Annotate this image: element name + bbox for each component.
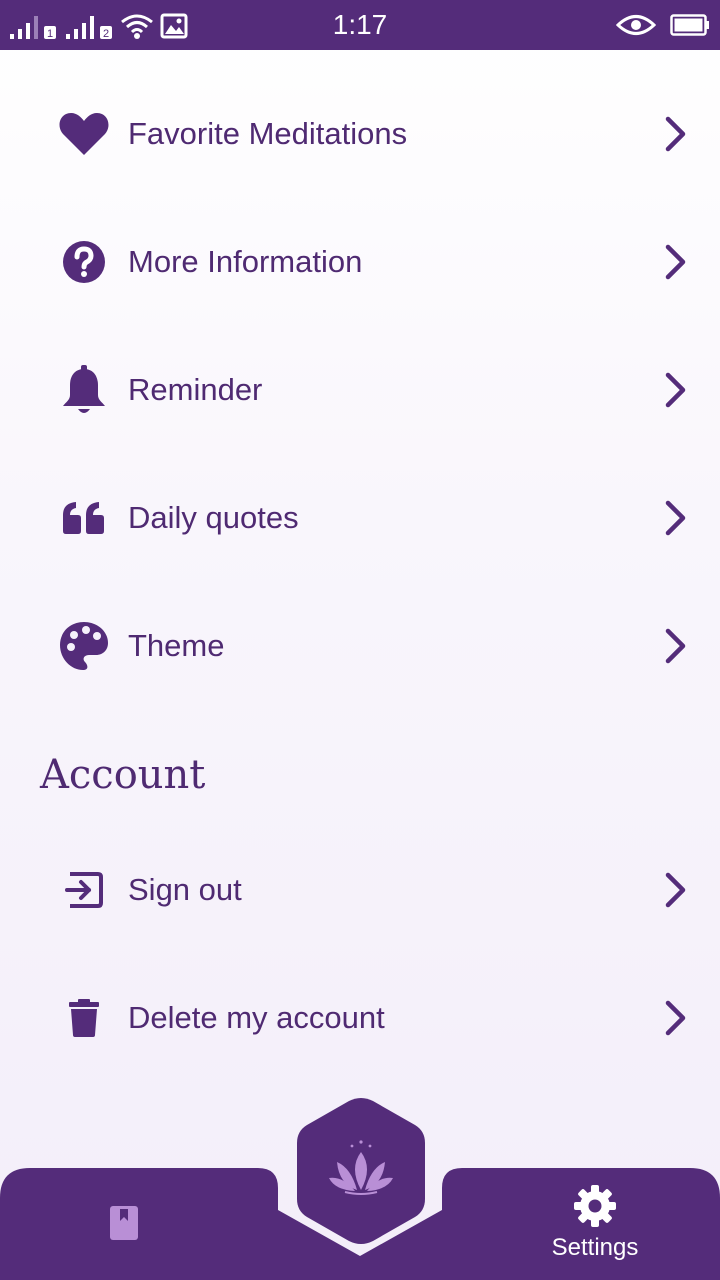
menu-item-theme[interactable]: Theme bbox=[0, 601, 720, 691]
battery-icon bbox=[670, 14, 709, 36]
status-bar: 1 2 1:17 bbox=[0, 0, 720, 50]
question-circle-icon bbox=[58, 236, 110, 288]
palette-icon bbox=[58, 620, 110, 672]
chevron-right-icon bbox=[665, 628, 686, 664]
nav-settings-button[interactable]: Settings bbox=[530, 1182, 660, 1262]
menu-item-reminder[interactable]: Reminder bbox=[0, 345, 720, 435]
chevron-right-icon bbox=[665, 872, 686, 908]
chevron-right-icon bbox=[665, 116, 686, 152]
menu-item-label: Delete my account bbox=[128, 1000, 385, 1035]
menu-item-favorite-meditations[interactable]: Favorite Meditations bbox=[0, 89, 720, 179]
nav-home-button[interactable] bbox=[295, 1098, 427, 1244]
status-time: 1:17 bbox=[332, 9, 388, 40]
home-hexagon bbox=[297, 1098, 425, 1244]
bell-icon bbox=[58, 364, 110, 416]
journal-icon bbox=[110, 1206, 138, 1240]
menu-item-label: Sign out bbox=[128, 872, 242, 907]
chevron-right-icon bbox=[665, 500, 686, 536]
heart-icon bbox=[58, 108, 110, 160]
menu-item-sign-out[interactable]: Sign out bbox=[0, 845, 720, 935]
status-right-icons bbox=[616, 12, 710, 38]
menu-item-delete-account[interactable]: Delete my account bbox=[0, 973, 720, 1063]
nav-settings-label: Settings bbox=[551, 1234, 639, 1261]
menu-item-label: Reminder bbox=[128, 372, 263, 407]
menu-item-daily-quotes[interactable]: Daily quotes bbox=[0, 473, 720, 563]
chevron-right-icon bbox=[665, 372, 686, 408]
eye-icon bbox=[616, 15, 656, 35]
menu-item-label: More Information bbox=[128, 244, 363, 279]
gear-icon bbox=[574, 1185, 616, 1227]
sign-out-icon bbox=[58, 864, 110, 916]
nav-journal-button[interactable] bbox=[96, 1195, 152, 1251]
chevron-right-icon bbox=[665, 1000, 686, 1036]
quote-icon bbox=[58, 492, 110, 544]
chevron-right-icon bbox=[665, 244, 686, 280]
trash-icon bbox=[58, 992, 110, 1044]
menu-item-more-information[interactable]: More Information bbox=[0, 217, 720, 307]
menu-item-label: Daily quotes bbox=[128, 500, 299, 535]
menu-item-label: Theme bbox=[128, 628, 225, 663]
menu-item-label: Favorite Meditations bbox=[128, 116, 408, 151]
account-section-title: Account bbox=[40, 752, 206, 798]
